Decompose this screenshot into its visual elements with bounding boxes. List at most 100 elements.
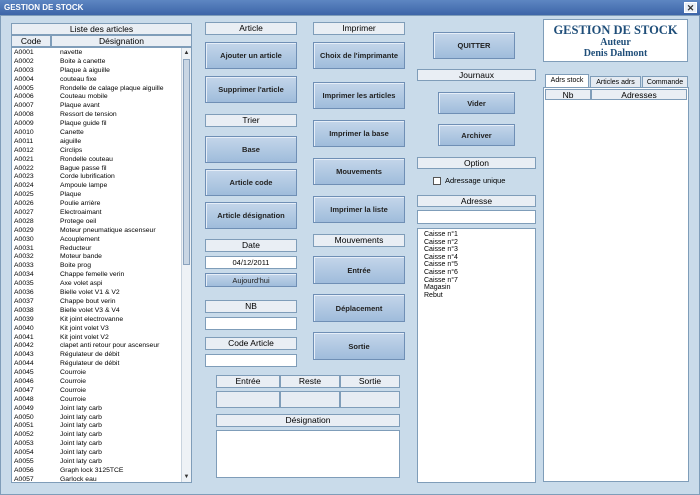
table-row[interactable]: A0003 Plaque à aiguille (12, 67, 191, 76)
archive-journal-button[interactable]: Archiver (438, 124, 515, 146)
table-row[interactable]: A0035 Axe volet aspi (12, 280, 191, 289)
address-section-header: Adresse (417, 195, 536, 207)
table-row[interactable]: A0037 Chappe bout verin (12, 298, 191, 307)
code-article-field[interactable] (205, 354, 297, 367)
unique-address-checkbox[interactable] (433, 177, 441, 185)
address-field[interactable] (417, 210, 536, 224)
table-row[interactable]: A0027 Electroaimant (12, 209, 191, 218)
table-row[interactable]: A0025 Plaque (12, 191, 191, 200)
empty-journal-button[interactable]: Vider (438, 92, 515, 114)
table-row[interactable]: A0030 Acouplement (12, 236, 191, 245)
article-designation: Courroie (60, 386, 87, 394)
table-row[interactable]: A0001 navette (12, 49, 191, 58)
article-designation: Chappe femelle verin (60, 271, 125, 279)
article-designation: Régulateur de débit (60, 360, 120, 368)
table-row[interactable]: A0049 Joint laty carb (12, 405, 191, 414)
table-row[interactable]: A0056 Graph lock 3125TCE (12, 467, 191, 476)
table-row[interactable]: A0044 Régulateur de débit (12, 360, 191, 369)
today-button[interactable]: Aujourd'hui (205, 273, 297, 287)
table-row[interactable]: A0011 aiguille (12, 138, 191, 147)
choose-printer-button[interactable]: Choix de l'imprimante (313, 42, 405, 69)
table-row[interactable]: A0022 Bague passe fil (12, 165, 191, 174)
list-item[interactable]: Caisse n°6 (418, 269, 535, 277)
table-row[interactable]: A0026 Poulie arrière (12, 200, 191, 209)
article-code: A0050 (14, 413, 34, 421)
scroll-thumb[interactable] (183, 59, 190, 265)
articles-list[interactable]: A0001 navette A0002 Boite à canette A0003 Pla… (11, 47, 192, 483)
table-row[interactable]: A0052 Joint laty carb (12, 431, 191, 440)
table-row[interactable]: A0042 clapet anti retour pour ascenseur (12, 342, 191, 351)
table-row[interactable]: A0034 Chappe femelle verin (12, 271, 191, 280)
list-item[interactable]: Caisse n°7 (418, 277, 535, 285)
table-row[interactable]: A0002 Boite à canette (12, 58, 191, 67)
table-row[interactable]: A0033 Boite prog (12, 262, 191, 271)
article-code: A0021 (14, 155, 34, 163)
table-row[interactable]: A0009 Plaque guide fil (12, 120, 191, 129)
list-item[interactable]: Caisse n°3 (418, 246, 535, 254)
table-row[interactable]: A0006 Couteau mobile (12, 93, 191, 102)
sort-base-button[interactable]: Base (205, 136, 297, 163)
table-row[interactable]: A0012 Circlips (12, 147, 191, 156)
movement-sortie-button[interactable]: Sortie (313, 332, 405, 360)
articles-scrollbar[interactable]: ▲ ▼ (181, 48, 191, 482)
tab-articles-adrs[interactable]: Articles adrs (590, 76, 641, 87)
table-row[interactable]: A0031 Reducteur (12, 245, 191, 254)
print-base-button[interactable]: Imprimer la base (313, 120, 405, 147)
table-row[interactable]: A0054 Joint laty carb (12, 449, 191, 458)
table-row[interactable]: A0032 Moteur bande (12, 253, 191, 262)
date-field[interactable]: 04/12/2011 (205, 256, 297, 269)
table-row[interactable]: A0010 Canette (12, 129, 191, 138)
articles-rows: A0001 navette A0002 Boite à canette A0003 Pla… (12, 48, 191, 482)
table-row[interactable]: A0045 Courroie (12, 369, 191, 378)
table-row[interactable]: A0039 Kit joint electrovanne (12, 316, 191, 325)
table-row[interactable]: A0029 Moteur pneumatique ascenseur (12, 227, 191, 236)
list-item[interactable]: Rebut (418, 292, 535, 300)
table-row[interactable]: A0043 Régulateur de débit (12, 351, 191, 360)
scroll-down-icon[interactable]: ▼ (182, 472, 191, 482)
table-row[interactable]: A0036 Bielle volet V1 & V2 (12, 289, 191, 298)
table-row[interactable]: A0038 Bielle volet V3 & V4 (12, 307, 191, 316)
article-designation: navette (60, 49, 83, 56)
table-row[interactable]: A0007 Plaque avant (12, 102, 191, 111)
print-articles-button[interactable]: Imprimer les articles (313, 82, 405, 109)
table-row[interactable]: A0024 Ampoule lampe (12, 182, 191, 191)
table-row[interactable]: A0053 Joint laty carb (12, 440, 191, 449)
print-list-button[interactable]: Imprimer la liste (313, 196, 405, 223)
table-row[interactable]: A0028 Protege oeil (12, 218, 191, 227)
nb-field[interactable] (205, 317, 297, 330)
delete-article-button[interactable]: Supprimer l'article (205, 76, 297, 103)
sort-by-designation-button[interactable]: Article désignation (205, 202, 297, 229)
table-row[interactable]: A0050 Joint laty carb (12, 414, 191, 423)
table-row[interactable]: A0008 Ressort de tension (12, 111, 191, 120)
designation-field[interactable] (216, 430, 400, 478)
article-code: A0034 (14, 271, 34, 279)
table-row[interactable]: A0040 Kit joint volet V3 (12, 325, 191, 334)
unique-address-label: Adressage unique (445, 176, 506, 185)
article-designation: Joint laty carb (60, 422, 102, 430)
table-row[interactable]: A0023 Corde lubrification (12, 173, 191, 182)
list-item[interactable]: Magasin (418, 284, 535, 292)
table-row[interactable]: A0048 Courroie (12, 396, 191, 405)
table-row[interactable]: A0051 Joint laty carb (12, 422, 191, 431)
sort-by-code-button[interactable]: Article code (205, 169, 297, 196)
list-item[interactable]: Caisse n°5 (418, 261, 535, 269)
movements-print-button[interactable]: Mouvements (313, 158, 405, 185)
table-row[interactable]: A0041 Kit joint volet V2 (12, 334, 191, 343)
close-icon[interactable]: ✕ (684, 2, 697, 13)
table-row[interactable]: A0004 couteau fixe (12, 76, 191, 85)
tab-commande[interactable]: Commande (642, 76, 688, 87)
scroll-up-icon[interactable]: ▲ (182, 48, 191, 58)
table-row[interactable]: A0046 Courroie (12, 378, 191, 387)
table-row[interactable]: A0055 Joint laty carb (12, 458, 191, 467)
tab-adrs-stock[interactable]: Adrs stock (545, 74, 589, 87)
quit-button[interactable]: QUITTER (433, 32, 515, 59)
movement-deplacement-button[interactable]: Déplacement (313, 294, 405, 322)
add-article-button[interactable]: Ajouter un article (205, 42, 297, 69)
movement-entree-button[interactable]: Entrée (313, 256, 405, 284)
address-list[interactable]: Caisse n°1 Caisse n°2 Caisse n°3 Caisse n°4… (417, 228, 536, 483)
table-row[interactable]: A0047 Courroie (12, 387, 191, 396)
list-item[interactable]: Caisse n°1 (418, 231, 535, 239)
table-row[interactable]: A0021 Rondelle couteau (12, 156, 191, 165)
table-row[interactable]: A0005 Rondelle de calage plaque aiguille (12, 85, 191, 94)
table-row[interactable]: A0057 Garlock eau (12, 476, 191, 482)
